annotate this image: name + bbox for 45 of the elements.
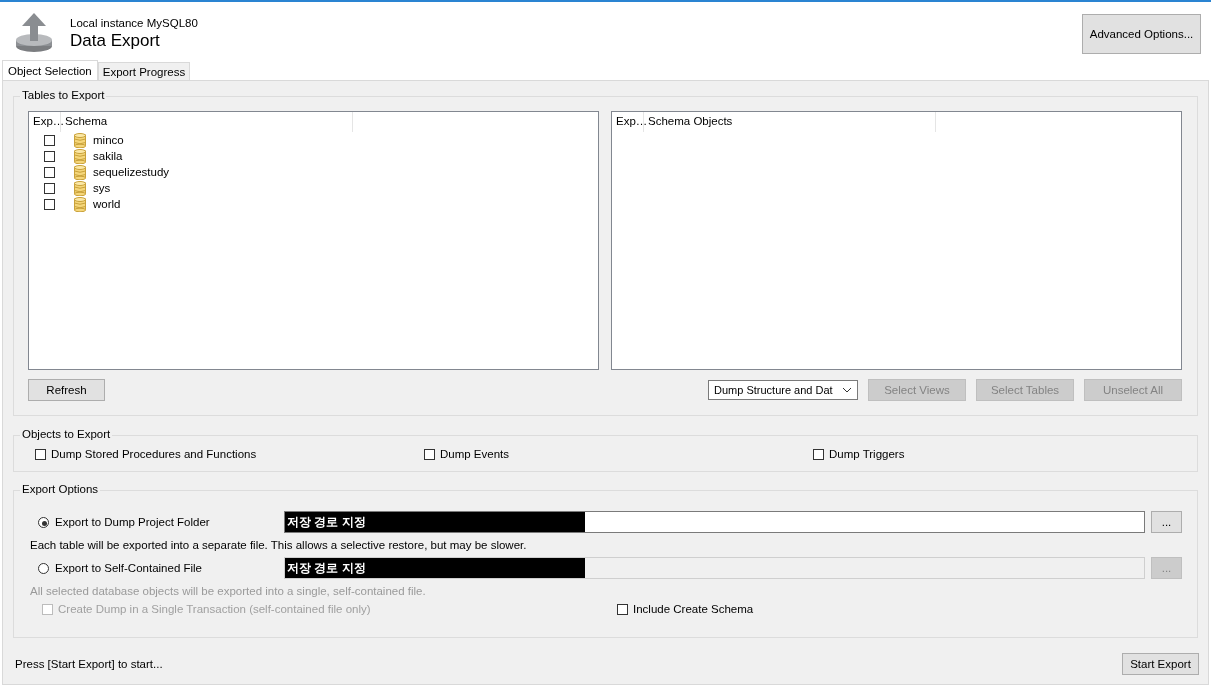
checkbox[interactable] <box>617 603 628 615</box>
checkbox[interactable] <box>43 182 55 194</box>
radio-button[interactable] <box>38 516 49 528</box>
schema-name[interactable]: world <box>93 198 121 210</box>
schema-name[interactable]: sys <box>93 182 111 194</box>
option-label[interactable]: Include Create Schema <box>633 603 754 615</box>
checkbox[interactable] <box>35 448 46 460</box>
group-title: Export Options <box>20 483 101 495</box>
advanced-options-button[interactable]: Advanced Options... <box>1082 14 1201 54</box>
checkbox[interactable] <box>43 134 55 146</box>
checkbox[interactable] <box>43 198 55 210</box>
tab[interactable]: Export Progress <box>97 62 191 80</box>
start-export-button[interactable]: Start Export <box>1122 653 1199 675</box>
refresh-button[interactable]: Refresh <box>28 379 105 401</box>
checkbox[interactable] <box>43 166 55 178</box>
caret-icon <box>842 387 852 393</box>
group-title: Tables to Export <box>20 89 107 101</box>
connection-name: Local instance MySQL80 <box>70 17 198 29</box>
export-database-icon <box>14 12 54 54</box>
status-text: Press [Start Export] to start... <box>15 658 163 670</box>
option-label[interactable]: Dump Events <box>440 448 510 460</box>
option-label[interactable]: Export to Dump Project Folder <box>55 516 210 528</box>
schema-name[interactable]: minco <box>93 134 124 146</box>
path-field[interactable]: 저장 경로 지정 <box>284 511 1145 533</box>
option-label[interactable]: Dump Stored Procedures and Functions <box>51 448 257 460</box>
schema-name[interactable]: sakila <box>93 150 123 162</box>
checkbox[interactable] <box>43 150 55 162</box>
column-header[interactable]: Schema <box>61 112 353 132</box>
browse-button[interactable]: ... <box>1151 511 1182 533</box>
database-icon <box>74 132 86 148</box>
schema-name[interactable]: sequelizestudy <box>93 166 170 178</box>
option-label[interactable]: Dump Triggers <box>829 448 905 460</box>
column-header[interactable]: Schema Objects <box>644 112 936 132</box>
redaction-label: 저장 경로 지정 <box>285 512 585 532</box>
description-text: All selected database objects will be exported into a single, self-contained file. <box>30 584 427 599</box>
page-title: Data Export <box>70 31 161 51</box>
column-header[interactable]: Exp… <box>612 112 644 132</box>
checkbox[interactable] <box>813 448 824 460</box>
description-text: Each table will be exported into a separate file. This allows a selective restore, but may be slower. <box>30 538 528 553</box>
group-title: Objects to Export <box>20 428 113 440</box>
tab[interactable]: Object Selection <box>2 60 98 80</box>
redaction-label: 저장 경로 지정 <box>285 558 585 578</box>
checkbox[interactable] <box>424 448 435 460</box>
column-header[interactable]: Exp… <box>29 112 61 132</box>
dump-mode-dropdown[interactable]: Dump Structure and Dat <box>708 380 858 400</box>
